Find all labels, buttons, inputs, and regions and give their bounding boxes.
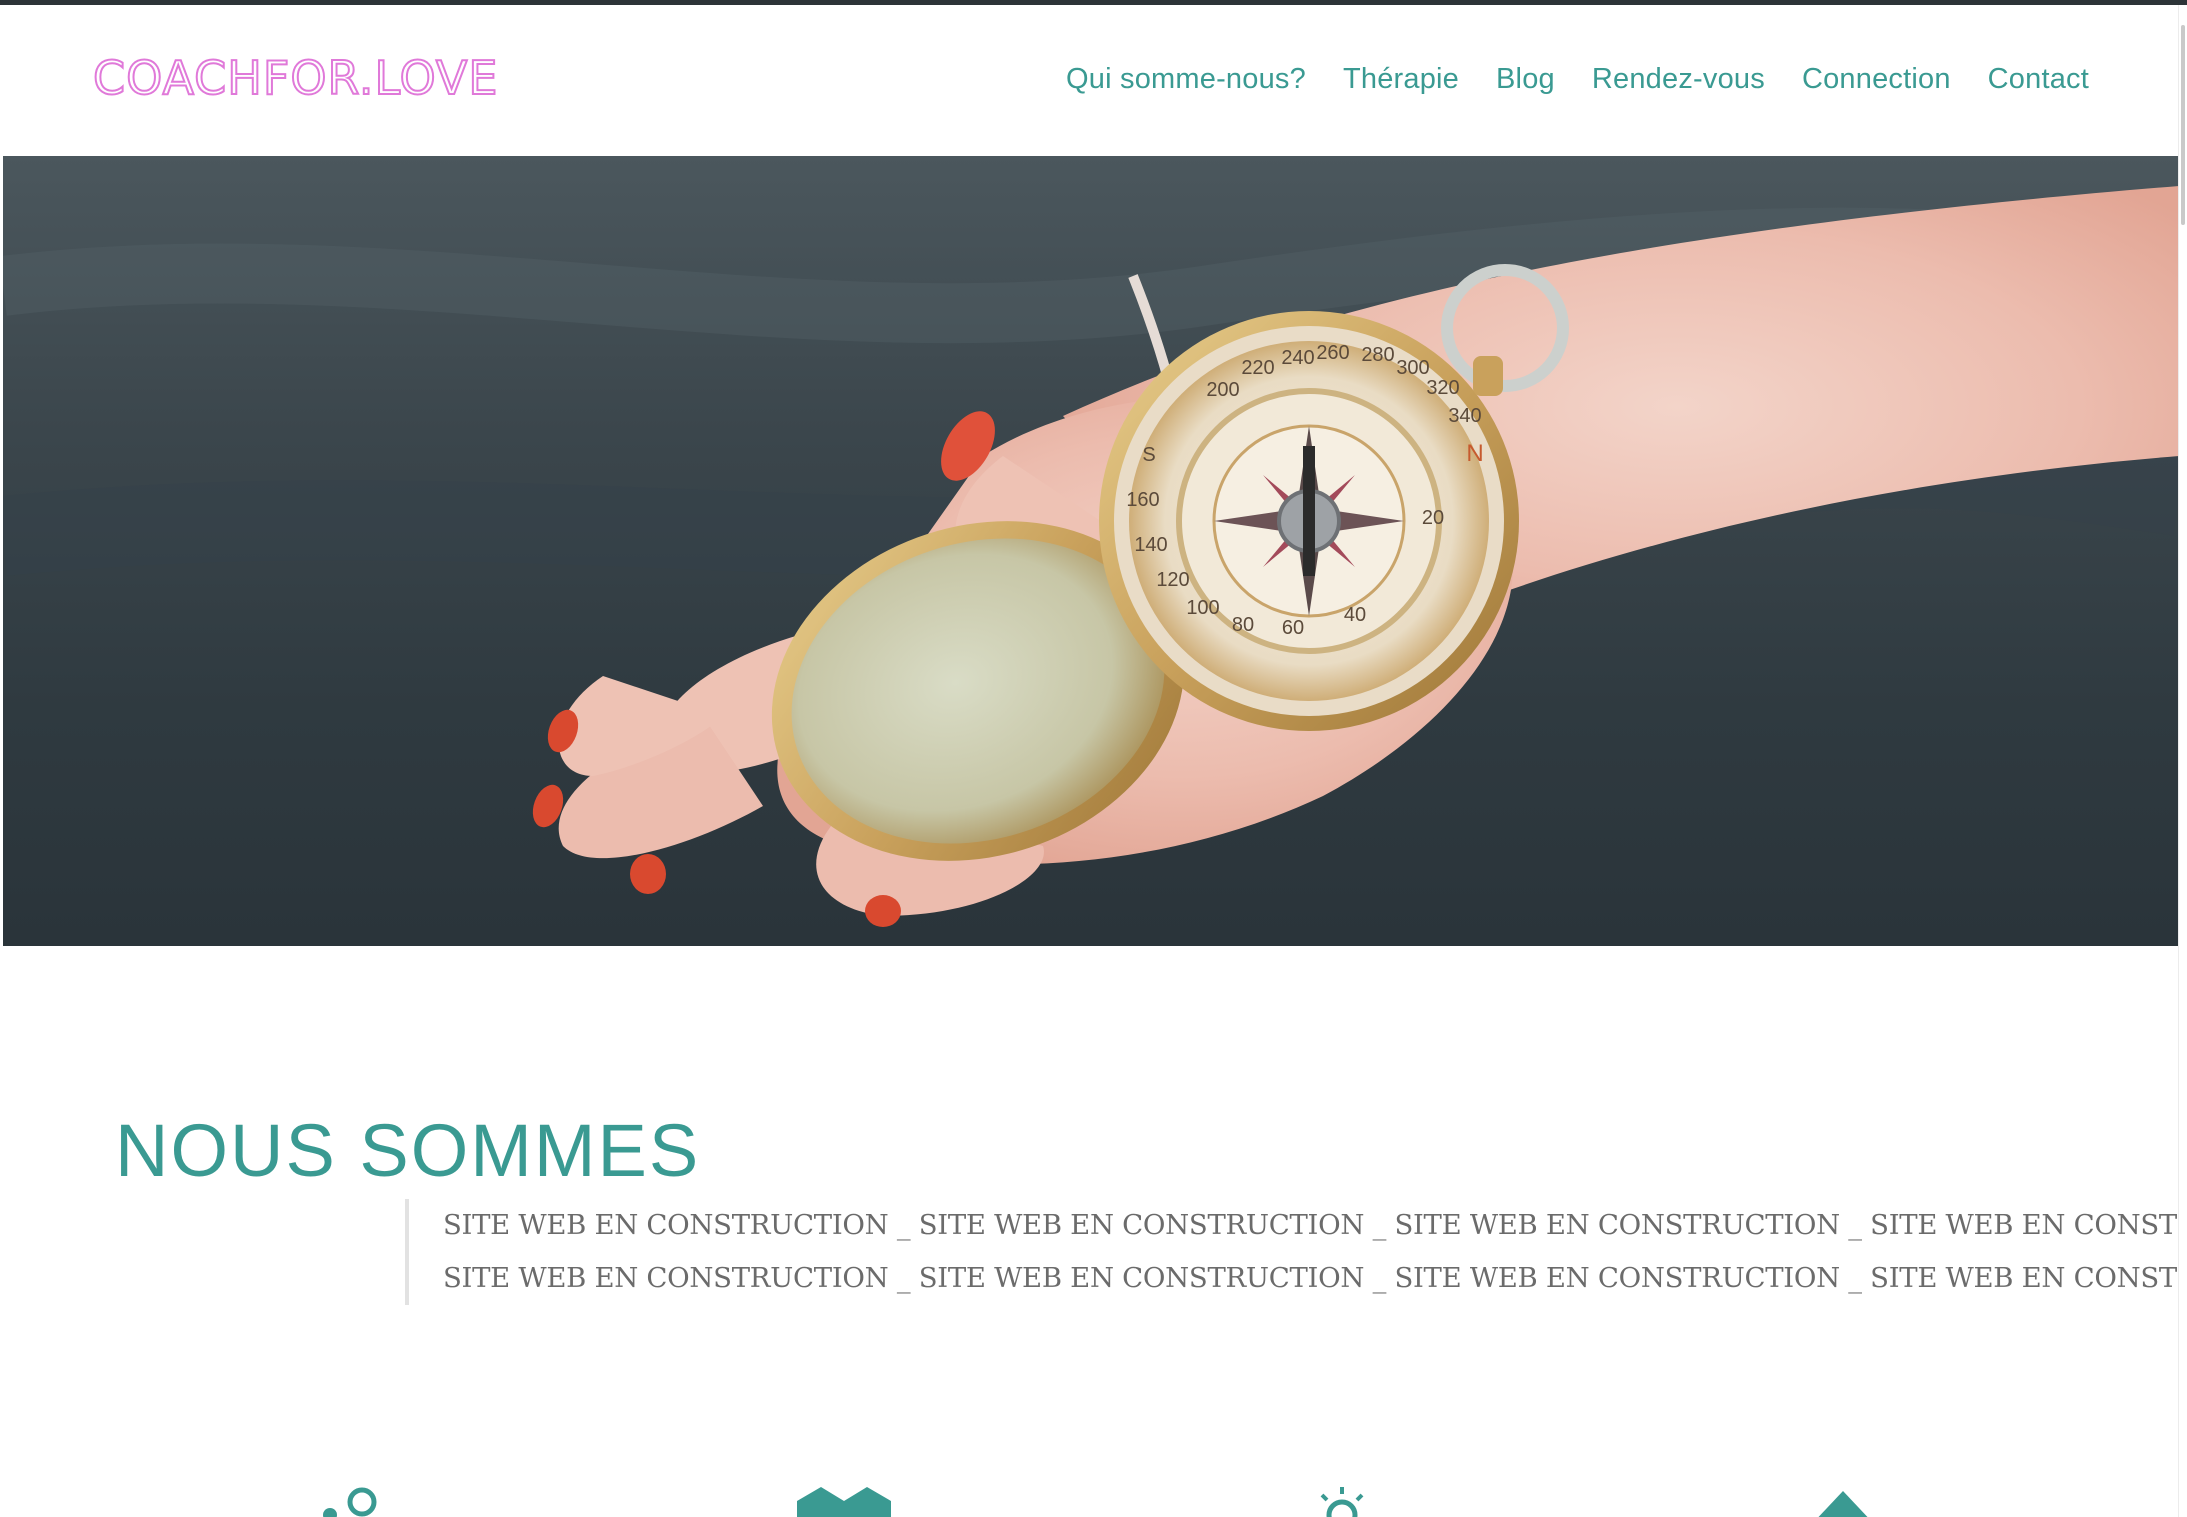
- compass-mark: 260: [1316, 342, 1349, 364]
- notice-line: SITE WEB EN CONSTRUCTION _ SITE WEB EN C…: [443, 1209, 2179, 1241]
- scrollbar-thumb[interactable]: [2181, 25, 2185, 225]
- lightbulb-icon: [1320, 1487, 1364, 1517]
- nav-link-rendez-vous[interactable]: Rendez-vous: [1592, 63, 1765, 96]
- construction-notice: SITE WEB EN CONSTRUCTION _ SITE WEB EN C…: [405, 1199, 2179, 1305]
- compass-mark: 320: [1426, 377, 1459, 399]
- compass-mark: S: [1142, 444, 1155, 466]
- page-scrollbar[interactable]: [2178, 5, 2187, 1517]
- compass-mark: 40: [1344, 604, 1366, 626]
- compass-mark: 220: [1241, 357, 1274, 379]
- compass-mark: 80: [1232, 614, 1254, 636]
- compass-mark: 200: [1206, 379, 1239, 401]
- main-nav: Qui somme-nous? Thérapie Blog Rendez-vou…: [1066, 63, 2089, 96]
- nav-link-qui-somme-nous[interactable]: Qui somme-nous?: [1066, 63, 1306, 96]
- compass-mark: 160: [1126, 489, 1159, 511]
- hand-compass-illustration: 200 220 240 260 280 300 320 340 N S 160 …: [3, 186, 2179, 927]
- compass-mark: N: [1466, 440, 1483, 467]
- people-icon: [323, 1487, 377, 1517]
- section-title: NOUS SOMMES: [115, 1109, 701, 1192]
- compass-mark: 120: [1156, 569, 1189, 591]
- compass-mark: 60: [1282, 617, 1304, 639]
- site-header: COACHFOR.LOVE Qui somme-nous? Thérapie B…: [3, 5, 2179, 156]
- compass-mark: 20: [1422, 507, 1444, 529]
- compass-mark: 340: [1448, 405, 1481, 427]
- notice-line: SITE WEB EN CONSTRUCTION _ SITE WEB EN C…: [443, 1262, 2179, 1294]
- compass-mark: 300: [1396, 357, 1429, 379]
- mountain-icon: [797, 1487, 891, 1517]
- compass-mark: 240: [1281, 347, 1314, 369]
- site-logo[interactable]: COACHFOR.LOVE: [92, 50, 498, 106]
- nav-link-connection[interactable]: Connection: [1802, 63, 1951, 96]
- nav-link-contact[interactable]: Contact: [1988, 63, 2089, 96]
- hero-image: 200 220 240 260 280 300 320 340 N S 160 …: [3, 156, 2179, 946]
- nav-link-therapie[interactable]: Thérapie: [1343, 63, 1459, 96]
- house-icon: [1818, 1491, 1868, 1517]
- web-page: COACHFOR.LOVE Qui somme-nous? Thérapie B…: [3, 5, 2179, 1517]
- compass-mark: 100: [1186, 597, 1219, 619]
- nav-link-blog[interactable]: Blog: [1496, 63, 1555, 96]
- compass-mark: 280: [1361, 344, 1394, 366]
- compass-mark: 140: [1134, 534, 1167, 556]
